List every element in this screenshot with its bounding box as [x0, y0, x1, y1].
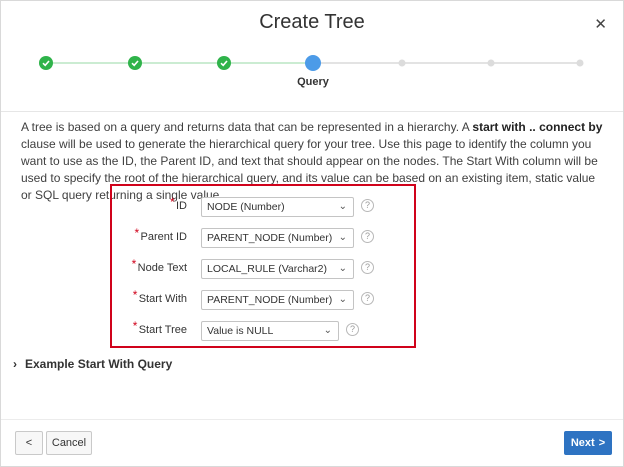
check-icon [220, 60, 228, 67]
wizard-step-label: Query [297, 76, 329, 88]
form-row-start-with: * Start With PARENT_NODE (Number) ⌄ ? [112, 288, 414, 312]
help-icon[interactable]: ? [346, 323, 359, 336]
field-label: * ID [170, 195, 187, 212]
chevron-right-icon: > [598, 437, 606, 449]
wizard-step-3 [217, 56, 231, 70]
required-marker: * [132, 288, 138, 302]
header-divider [1, 111, 623, 112]
dialog-title: Create Tree [259, 11, 365, 33]
chevron-down-icon: ⌄ [338, 201, 347, 212]
help-icon[interactable]: ? [361, 261, 374, 274]
required-marker: * [131, 257, 137, 271]
next-label: Next [570, 437, 595, 449]
id-select[interactable]: NODE (Number) ⌄ [201, 197, 354, 217]
help-icon[interactable]: ? [361, 230, 374, 243]
cancel-button[interactable]: Cancel [46, 431, 92, 455]
field-label: * Parent ID [134, 226, 187, 243]
wizard-step-1 [39, 56, 53, 70]
tree-form-highlight: * ID NODE (Number) ⌄ ? * Parent ID PARENT_N… [110, 184, 416, 348]
field-label: * Start With [132, 288, 187, 305]
back-button[interactable]: < [15, 431, 43, 455]
next-button[interactable]: Next > [564, 431, 612, 455]
form-row-parent-id: * Parent ID PARENT_NODE (Number) ⌄ ? [112, 226, 414, 250]
example-label: Example Start With Query [25, 357, 173, 371]
help-icon[interactable]: ? [361, 199, 374, 212]
required-marker: * [132, 319, 138, 333]
help-icon[interactable]: ? [361, 292, 374, 305]
field-label: * Node Text [131, 257, 187, 274]
form-row-id: * ID NODE (Number) ⌄ ? [112, 195, 414, 219]
description-part-1: A tree is based on a query and returns d… [21, 120, 473, 134]
chevron-right-icon: › [13, 357, 17, 371]
chevron-down-icon: ⌄ [338, 263, 347, 274]
parent-id-select[interactable]: PARENT_NODE (Number) ⌄ [201, 228, 354, 248]
form-row-node-text: * Node Text LOCAL_RULE (Varchar2) ⌄ ? [112, 257, 414, 281]
chevron-down-icon: ⌄ [323, 325, 332, 336]
wizard-step-5 [398, 59, 406, 67]
close-icon[interactable]: ✕ [594, 15, 607, 33]
start-with-select[interactable]: PARENT_NODE (Number) ⌄ [201, 290, 354, 310]
wizard-step-7 [576, 59, 584, 67]
example-start-with-toggle[interactable]: › Example Start With Query [13, 357, 172, 371]
required-marker: * [170, 195, 175, 209]
start-tree-select[interactable]: Value is NULL ⌄ [201, 321, 339, 341]
required-marker: * [134, 226, 140, 240]
check-icon [131, 60, 139, 67]
wizard-step-2 [128, 56, 142, 70]
check-icon [42, 60, 50, 67]
chevron-down-icon: ⌄ [338, 232, 347, 243]
wizard-step-6 [487, 59, 495, 67]
field-label: * Start Tree [132, 319, 187, 336]
form-row-start-tree: * Start Tree Value is NULL ⌄ ? [112, 319, 414, 343]
wizard-step-current [305, 55, 321, 71]
description-bold: start with .. connect by [472, 120, 603, 134]
node-text-select[interactable]: LOCAL_RULE (Varchar2) ⌄ [201, 259, 354, 279]
chevron-down-icon: ⌄ [338, 294, 347, 305]
wizard-progress: Query [1, 53, 624, 93]
footer-divider [1, 419, 623, 420]
